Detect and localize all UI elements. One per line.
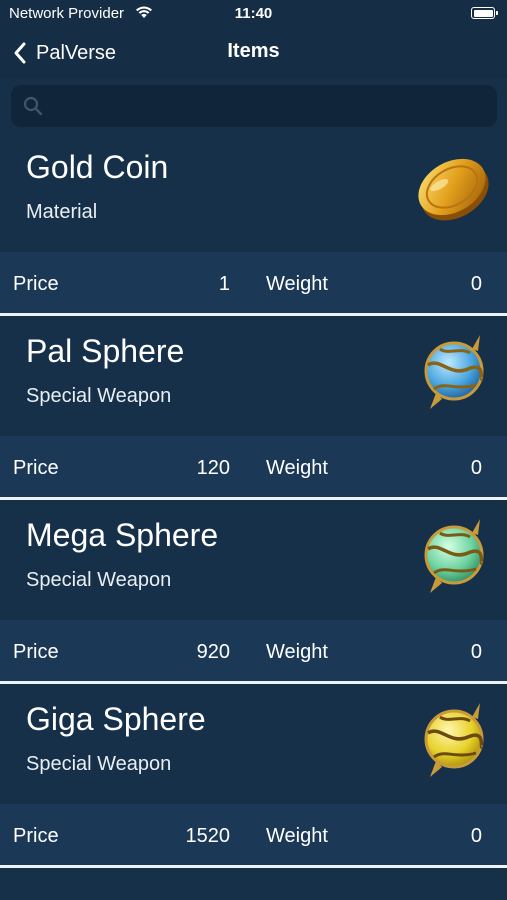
list-item[interactable]: Mega Sphere Special Weapon Price 920 Wei… bbox=[0, 507, 507, 691]
item-stats-row: Price 120 Weight 0 bbox=[0, 436, 507, 497]
item-stats-row: Price 1 Weight 0 bbox=[0, 252, 507, 313]
price-label: Price bbox=[13, 273, 59, 295]
list-item[interactable]: Gold Coin Material Price 1 Weight 0 bbox=[0, 139, 507, 323]
pal-sphere-icon bbox=[424, 335, 484, 409]
weight-value: 0 bbox=[470, 641, 482, 663]
search-input[interactable] bbox=[55, 91, 489, 123]
navigation-bar: PalVerse Items bbox=[0, 28, 507, 78]
item-stats-row: Price 1520 Weight 0 bbox=[0, 804, 507, 865]
weight-label: Weight bbox=[266, 457, 328, 479]
gold-coin-icon bbox=[418, 158, 489, 221]
price-value: 1 bbox=[218, 273, 230, 295]
search-bar[interactable] bbox=[11, 85, 497, 127]
battery-icon bbox=[471, 7, 498, 19]
weight-label: Weight bbox=[266, 641, 328, 663]
page-title: Items bbox=[227, 40, 280, 62]
price-value: 120 bbox=[196, 457, 230, 479]
item-name: Mega Sphere bbox=[26, 517, 219, 553]
list-item[interactable]: Pal Sphere Special Weapon Price 120 Weig… bbox=[0, 323, 507, 507]
item-stats-row: Price 920 Weight 0 bbox=[0, 620, 507, 681]
items-list[interactable]: Gold Coin Material Price 1 Weight 0 Pal … bbox=[0, 139, 507, 875]
item-name: Giga Sphere bbox=[26, 701, 206, 737]
weight-value: 0 bbox=[470, 457, 482, 479]
weight-label: Weight bbox=[266, 825, 328, 847]
item-category: Special Weapon bbox=[26, 569, 172, 591]
mega-sphere-icon bbox=[424, 519, 484, 593]
giga-sphere-icon bbox=[424, 703, 484, 777]
price-value: 1520 bbox=[185, 825, 231, 847]
status-bar: Network Provider 11:40 bbox=[0, 0, 507, 28]
item-category: Special Weapon bbox=[26, 753, 172, 775]
price-value: 920 bbox=[196, 641, 230, 663]
list-item[interactable]: Giga Sphere Special Weapon Price 1520 We… bbox=[0, 691, 507, 875]
weight-value: 0 bbox=[470, 825, 482, 847]
weight-value: 0 bbox=[470, 273, 482, 295]
item-category: Material bbox=[26, 201, 98, 223]
clock: 11:40 bbox=[234, 5, 273, 22]
price-label: Price bbox=[13, 825, 59, 847]
search-icon bbox=[23, 96, 43, 116]
item-name: Pal Sphere bbox=[26, 333, 185, 369]
item-name: Gold Coin bbox=[26, 149, 169, 185]
price-label: Price bbox=[13, 641, 59, 663]
item-category: Special Weapon bbox=[26, 385, 172, 407]
price-label: Price bbox=[13, 457, 59, 479]
weight-label: Weight bbox=[266, 273, 328, 295]
